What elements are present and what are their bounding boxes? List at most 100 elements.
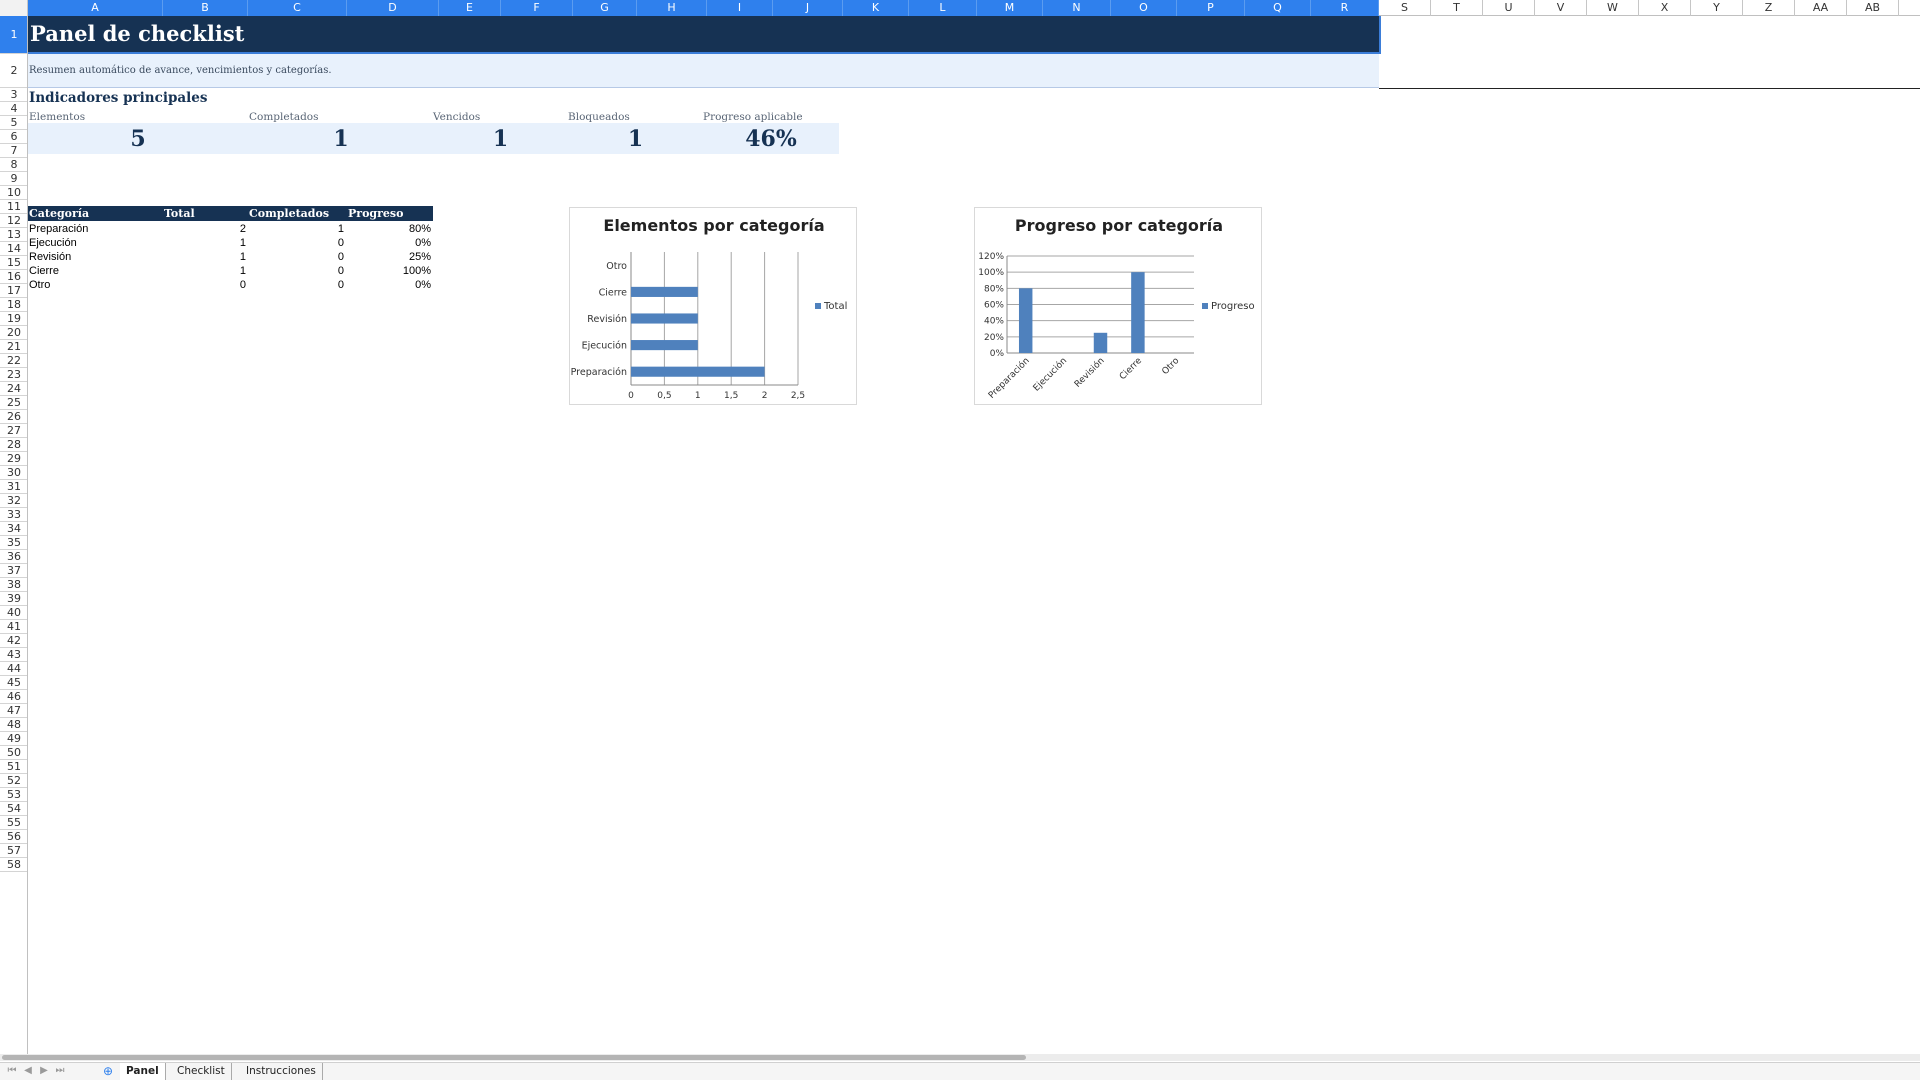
row-header-49[interactable]: 49 [0,732,27,746]
column-header-h[interactable]: H [637,0,707,16]
table-header-categoria[interactable]: Categoría [29,206,89,221]
table-header-completados[interactable]: Completados [249,206,329,221]
row-header-16[interactable]: 16 [0,270,27,284]
kpi-value-vencidos[interactable]: 1 [433,126,568,152]
spreadsheet-grid[interactable]: Panel de checklist Resumen automático de… [28,16,1920,1060]
row-header-2[interactable]: 2 [0,54,27,88]
row-header-45[interactable]: 45 [0,676,27,690]
row-header-55[interactable]: 55 [0,816,27,830]
row-header-31[interactable]: 31 [0,480,27,494]
row-header-34[interactable]: 34 [0,522,27,536]
row-header-18[interactable]: 18 [0,298,27,312]
title-banner[interactable]: Panel de checklist [28,16,1381,54]
kpi-value-completados[interactable]: 1 [249,126,433,152]
row-header-53[interactable]: 53 [0,788,27,802]
kpi-value-progreso[interactable]: 46% [703,126,839,152]
column-header-f[interactable]: F [501,0,573,16]
row-header-10[interactable]: 10 [0,186,27,200]
column-header-e[interactable]: E [439,0,501,16]
first-sheet-icon[interactable]: ⏮ [6,1065,18,1077]
table-cell-categoria[interactable]: Ejecución [29,236,77,250]
column-header-g[interactable]: G [573,0,637,16]
table-header-progreso[interactable]: Progreso [348,206,403,221]
row-header-12[interactable]: 12 [0,214,27,228]
sheet-tab-checklist[interactable]: Checklist [171,1063,232,1080]
table-cell-progreso[interactable]: 0% [301,236,431,250]
row-header-9[interactable]: 9 [0,172,27,186]
row-header-37[interactable]: 37 [0,564,27,578]
row-header-5[interactable]: 5 [0,116,27,130]
row-header-30[interactable]: 30 [0,466,27,480]
row-header-42[interactable]: 42 [0,634,27,648]
sheet-tab-instrucciones[interactable]: Instrucciones [240,1063,323,1080]
row-header-27[interactable]: 27 [0,424,27,438]
select-all-corner[interactable] [0,0,28,16]
table-cell-progreso[interactable]: 0% [301,278,431,292]
column-header-w[interactable]: W [1587,0,1639,16]
prev-sheet-icon[interactable]: ◀ [22,1065,34,1077]
row-header-4[interactable]: 4 [0,102,27,116]
row-header-1[interactable]: 1 [0,16,27,54]
kpi-value-elementos[interactable]: 5 [28,126,248,152]
row-header-54[interactable]: 54 [0,802,27,816]
table-cell-categoria[interactable]: Otro [29,278,50,292]
column-header-a[interactable]: A [28,0,163,16]
row-header-48[interactable]: 48 [0,718,27,732]
column-header-u[interactable]: U [1483,0,1535,16]
column-header-m[interactable]: M [977,0,1043,16]
row-header-40[interactable]: 40 [0,606,27,620]
row-header-51[interactable]: 51 [0,760,27,774]
row-header-14[interactable]: 14 [0,242,27,256]
table-header-total[interactable]: Total [164,206,195,221]
row-header-25[interactable]: 25 [0,396,27,410]
column-header-b[interactable]: B [163,0,248,16]
column-header-i[interactable]: I [707,0,773,16]
row-header-17[interactable]: 17 [0,284,27,298]
column-header-t[interactable]: T [1431,0,1483,16]
column-header-s[interactable]: S [1379,0,1431,16]
row-header-20[interactable]: 20 [0,326,27,340]
row-header-41[interactable]: 41 [0,620,27,634]
row-header-33[interactable]: 33 [0,508,27,522]
table-cell-categoria[interactable]: Preparación [29,222,88,236]
row-header-23[interactable]: 23 [0,368,27,382]
column-header-n[interactable]: N [1043,0,1111,16]
add-sheet-icon[interactable]: ⊕ [101,1064,115,1078]
row-header-35[interactable]: 35 [0,536,27,550]
column-header-r[interactable]: R [1311,0,1379,16]
row-header-39[interactable]: 39 [0,592,27,606]
row-header-47[interactable]: 47 [0,704,27,718]
column-header-x[interactable]: X [1639,0,1691,16]
row-header-24[interactable]: 24 [0,382,27,396]
row-header-29[interactable]: 29 [0,452,27,466]
row-header-26[interactable]: 26 [0,410,27,424]
row-header-46[interactable]: 46 [0,690,27,704]
column-header-o[interactable]: O [1111,0,1177,16]
row-header-6[interactable]: 6 [0,130,27,144]
subtitle-banner[interactable]: Resumen automático de avance, vencimient… [28,54,1379,88]
column-header-v[interactable]: V [1535,0,1587,16]
row-header-8[interactable]: 8 [0,158,27,172]
row-header-21[interactable]: 21 [0,340,27,354]
row-header-38[interactable]: 38 [0,578,27,592]
row-header-36[interactable]: 36 [0,550,27,564]
column-header-c[interactable]: C [248,0,347,16]
column-header-aa[interactable]: AA [1795,0,1847,16]
table-cell-categoria[interactable]: Cierre [29,264,59,278]
row-header-43[interactable]: 43 [0,648,27,662]
row-header-3[interactable]: 3 [0,88,27,102]
row-header-13[interactable]: 13 [0,228,27,242]
column-header-y[interactable]: Y [1691,0,1743,16]
row-header-52[interactable]: 52 [0,774,27,788]
row-header-15[interactable]: 15 [0,256,27,270]
column-header-j[interactable]: J [773,0,843,16]
row-header-44[interactable]: 44 [0,662,27,676]
row-header-11[interactable]: 11 [0,200,27,214]
table-cell-categoria[interactable]: Revisión [29,250,71,264]
next-sheet-icon[interactable]: ▶ [38,1065,50,1077]
row-header-32[interactable]: 32 [0,494,27,508]
chart-progreso-por-categoria[interactable]: Progreso por categoría 0% 20% 40% 60% 80% 100%… [974,207,1262,405]
row-header-50[interactable]: 50 [0,746,27,760]
column-header-ab[interactable]: AB [1847,0,1899,16]
row-header-22[interactable]: 22 [0,354,27,368]
